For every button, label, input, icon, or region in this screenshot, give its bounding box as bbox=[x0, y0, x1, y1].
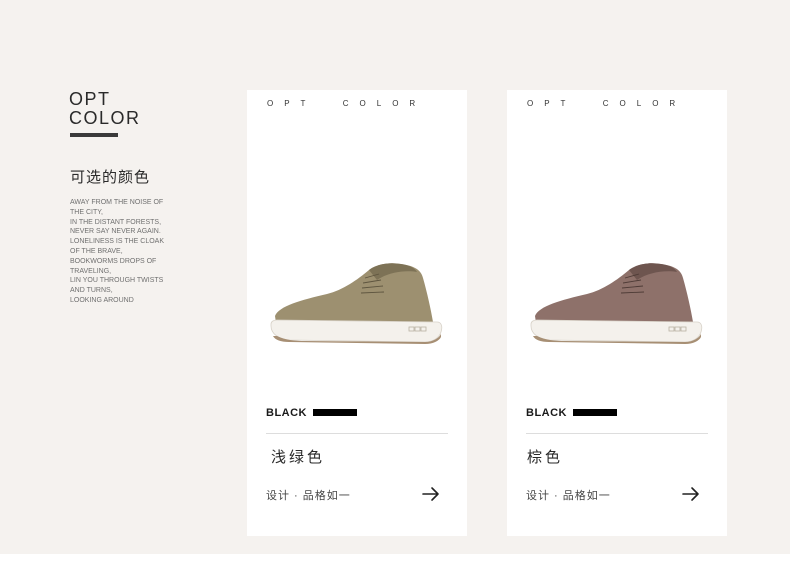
blurb-line: BOOKWORMS DROPS OF bbox=[70, 257, 157, 265]
section-heading-cn: 可选的颜色 bbox=[70, 169, 151, 186]
title-line-opt: OPT bbox=[69, 89, 111, 109]
color-row: BLACK bbox=[526, 407, 617, 419]
card-tagline: 设计 · 品格如一 bbox=[266, 490, 351, 502]
shoe-image-brown bbox=[530, 263, 703, 344]
arrow-right-icon[interactable] bbox=[421, 486, 441, 502]
blurb-line: LOOKING AROUND bbox=[70, 296, 134, 304]
color-label: BLACK bbox=[526, 407, 567, 419]
product-card-light-green[interactable]: OPT COLOR BLACK 浅绿色 设计 · 品格如一 bbox=[247, 90, 467, 536]
card-tagline: 设计 · 品格如一 bbox=[526, 490, 611, 502]
color-name-cn: 棕色 bbox=[527, 449, 564, 466]
shoe-image-light-green bbox=[270, 263, 443, 344]
color-row: BLACK bbox=[266, 407, 357, 419]
card-divider bbox=[266, 433, 448, 434]
blurb-line: LIN YOU THROUGH TWISTS bbox=[70, 277, 164, 285]
color-label: BLACK bbox=[266, 407, 307, 419]
blurb-line: AND TURNS, bbox=[70, 287, 113, 295]
color-swatch bbox=[313, 408, 357, 416]
blurb-line: OF THE BRAVE, bbox=[70, 247, 123, 255]
opt-color-section: OPT COLOR 可选的颜色 AWAY FROM THE NOISE OF T… bbox=[0, 0, 790, 554]
title-underline bbox=[70, 133, 118, 137]
blurb-line: NEVER SAY NEVER AGAIN. bbox=[70, 228, 161, 236]
product-card-brown[interactable]: OPT COLOR BLACK 棕色 设计 · 品格如一 bbox=[507, 90, 727, 536]
section-blurb: AWAY FROM THE NOISE OF THE CITY, IN THE … bbox=[70, 198, 180, 306]
title-line-color: COLOR bbox=[69, 108, 141, 128]
color-swatch bbox=[573, 408, 617, 416]
section-title: OPT COLOR bbox=[69, 90, 141, 128]
card-caption: OPT COLOR bbox=[527, 99, 687, 108]
blurb-line: TRAVELING, bbox=[70, 267, 112, 275]
blurb-line: IN THE DISTANT FORESTS, bbox=[70, 218, 162, 226]
card-divider bbox=[526, 433, 708, 434]
blurb-line: LONELINESS IS THE CLOAK bbox=[70, 238, 165, 246]
blurb-line: AWAY FROM THE NOISE OF bbox=[70, 199, 164, 206]
color-name-cn: 浅绿色 bbox=[271, 449, 326, 466]
card-caption: OPT COLOR bbox=[267, 99, 427, 108]
blurb-line: THE CITY, bbox=[70, 208, 103, 216]
arrow-right-icon[interactable] bbox=[681, 486, 701, 502]
